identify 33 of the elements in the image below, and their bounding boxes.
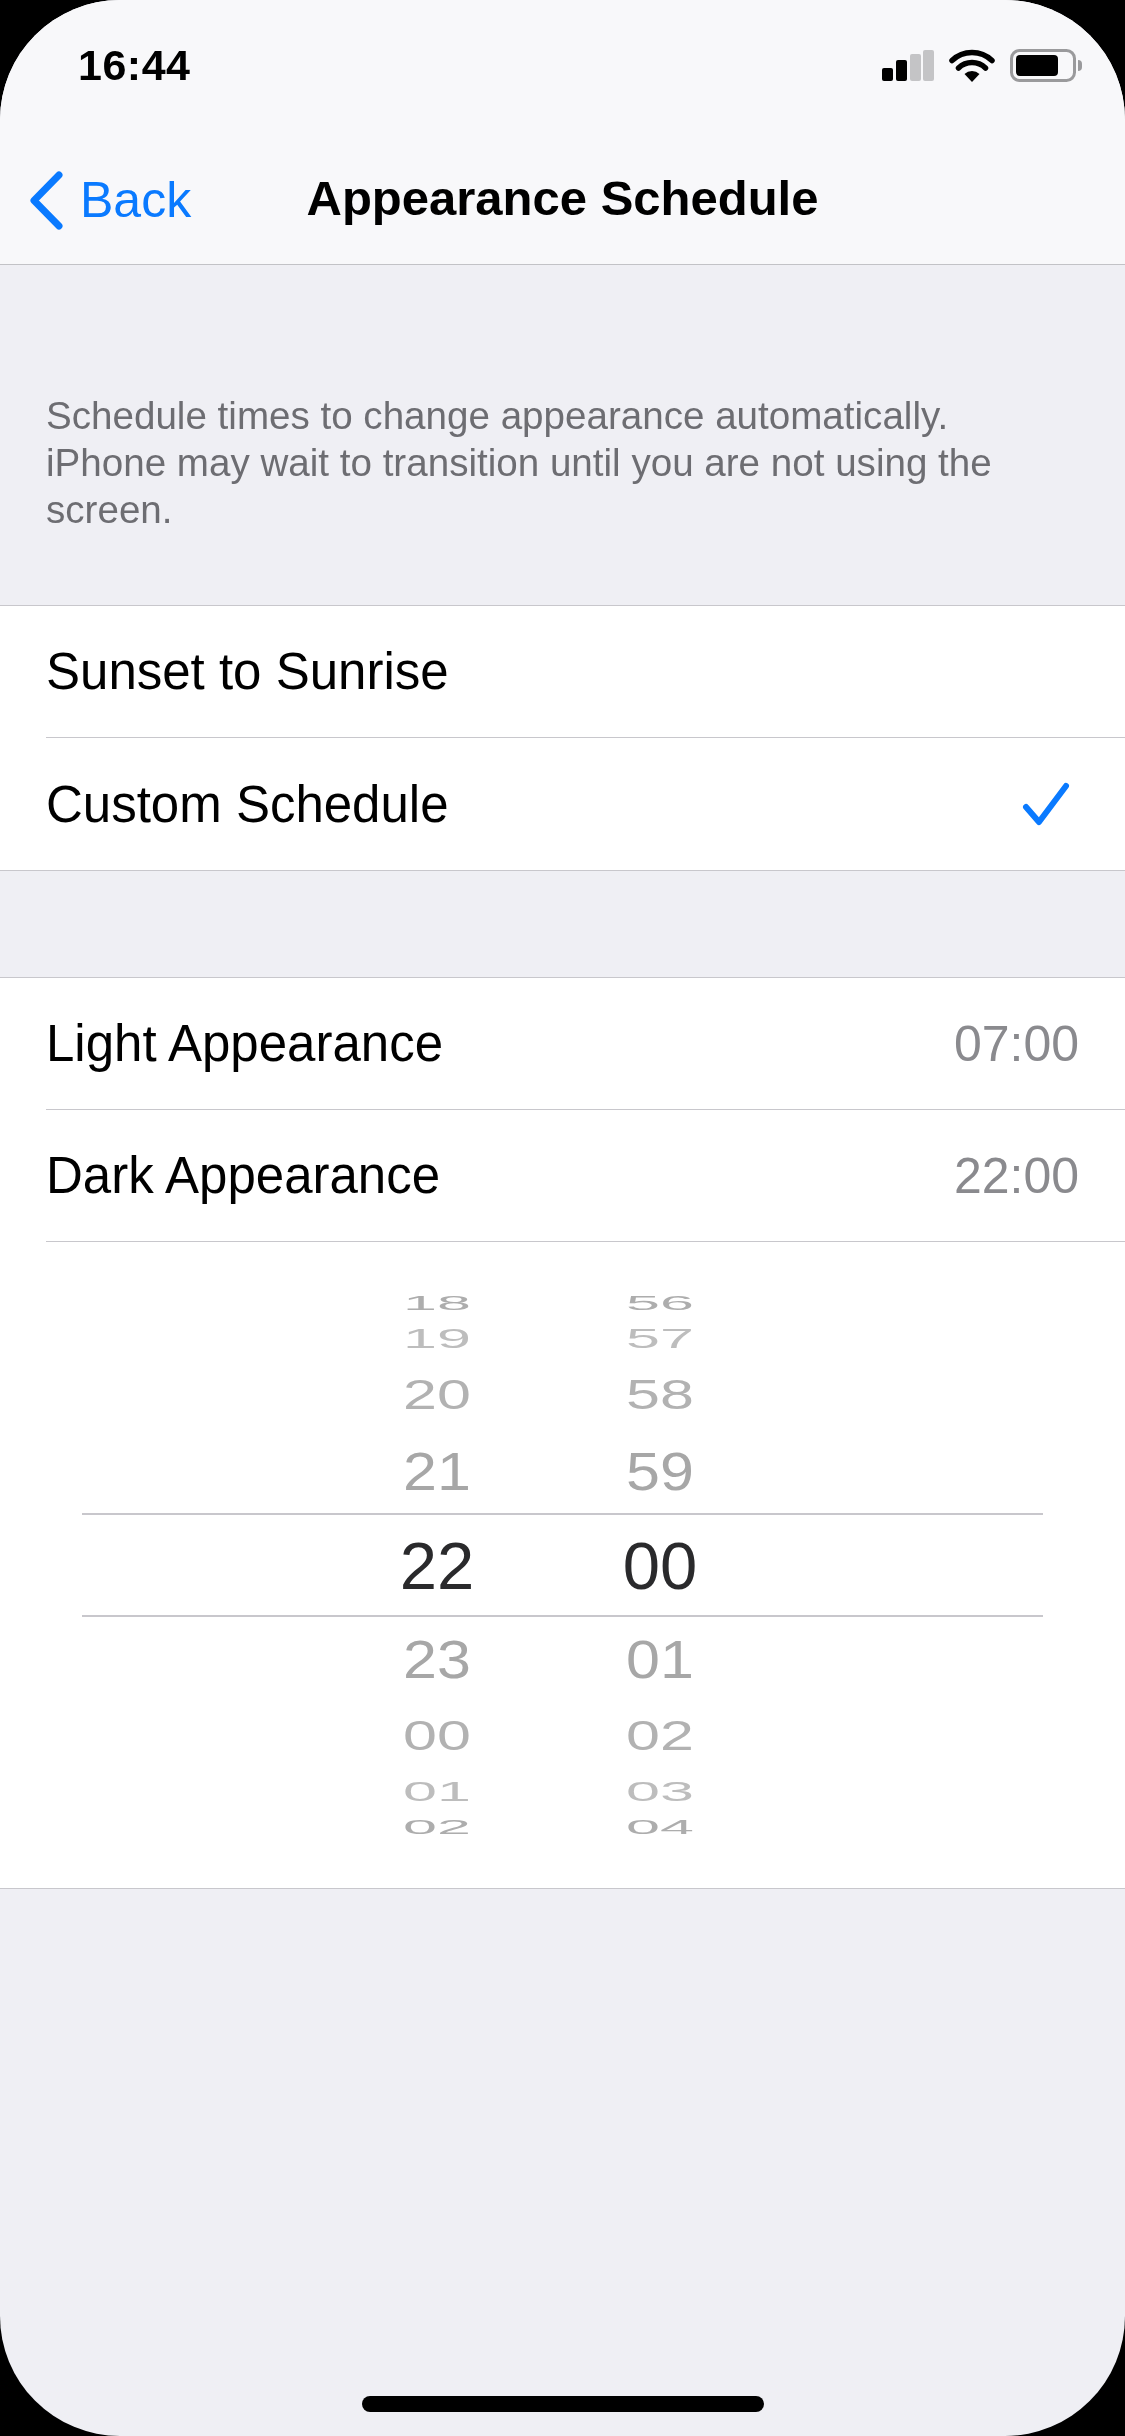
picker-value[interactable]: 22 <box>399 1531 475 1599</box>
picker-value[interactable]: 01 <box>403 1777 471 1806</box>
chevron-left-icon <box>28 169 64 231</box>
picker-value[interactable]: 00 <box>622 1531 698 1599</box>
back-button[interactable]: Back <box>24 168 196 232</box>
picker-value[interactable]: 58 <box>626 1373 694 1416</box>
picker-value[interactable]: 19 <box>403 1324 471 1353</box>
page-title: Appearance Schedule <box>306 170 819 226</box>
picker-value[interactable]: 23 <box>403 1632 471 1686</box>
setting-label: Dark Appearance <box>46 1146 441 1205</box>
schedule-option[interactable]: Custom Schedule <box>46 738 1125 870</box>
picker-value[interactable]: 57 <box>626 1324 694 1353</box>
picker-value[interactable]: 21 <box>403 1444 471 1498</box>
time-value[interactable]: 07:00 <box>953 1014 1079 1073</box>
setting-label: Light Appearance <box>46 1014 443 1073</box>
picker-value[interactable]: 02 <box>403 1816 471 1838</box>
picker-value[interactable]: 01 <box>626 1632 694 1686</box>
battery-icon <box>1010 48 1082 82</box>
picker-value[interactable]: 02 <box>626 1714 694 1757</box>
picker-value[interactable]: 18 <box>403 1292 471 1314</box>
picker-value[interactable]: 20 <box>403 1373 471 1416</box>
picker-value[interactable]: 00 <box>403 1714 471 1757</box>
picker-value[interactable]: 56 <box>626 1292 694 1314</box>
signal-icon <box>882 49 934 81</box>
checkmark-icon <box>1022 782 1070 826</box>
wifi-icon <box>949 48 995 82</box>
status-time: 16:44 <box>78 40 191 90</box>
time-value[interactable]: 22:00 <box>953 1146 1079 1205</box>
section-description: Schedule times to change appearance automatically. iPhone may wait to transition until you are not using the screen. <box>45 393 993 533</box>
picker-value[interactable]: 04 <box>626 1816 694 1838</box>
schedule-option[interactable]: Sunset to Sunrise <box>46 606 1125 738</box>
picker-value[interactable]: 59 <box>626 1444 694 1498</box>
picker-value[interactable]: 03 <box>626 1777 694 1806</box>
